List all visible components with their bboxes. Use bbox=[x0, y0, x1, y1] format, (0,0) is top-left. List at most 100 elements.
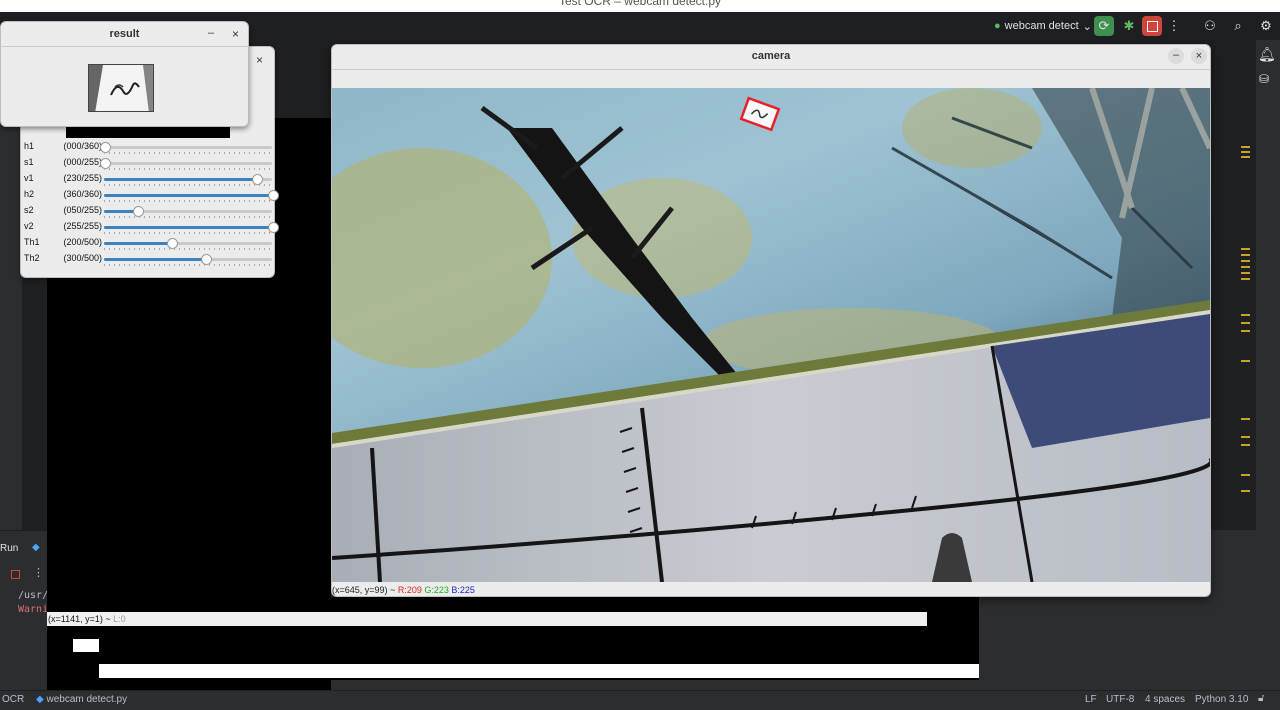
trackbar-value: (000/255) bbox=[63, 157, 102, 167]
trackbar-ticks bbox=[104, 264, 272, 266]
trackbar-fill bbox=[104, 242, 172, 245]
minimize-button[interactable]: – bbox=[208, 27, 214, 39]
stop-icon[interactable] bbox=[11, 570, 20, 579]
trackbar-s2: s2 (050/255) bbox=[24, 205, 274, 219]
stop-icon bbox=[1146, 20, 1158, 32]
database-icon[interactable]: ⛁ bbox=[1259, 72, 1269, 86]
trackbar-ticks bbox=[104, 200, 272, 202]
trackbar-label: v1 bbox=[24, 173, 34, 183]
account-button[interactable]: ⚇ bbox=[1200, 16, 1220, 36]
camera-pixel-info: (x=645, y=99) ~ R:209 G:223 B:225 bbox=[332, 584, 1210, 596]
pixel-coords: (x=645, y=99) ~ bbox=[332, 585, 396, 595]
status-interpreter[interactable]: Python 3.10 bbox=[1195, 694, 1248, 705]
trackbar-fill bbox=[104, 194, 272, 197]
white-bar bbox=[99, 664, 979, 678]
trackbar-slider[interactable] bbox=[104, 238, 272, 249]
trackbar-label: s2 bbox=[24, 205, 34, 215]
right-tool-strip bbox=[1256, 40, 1280, 690]
run-config-selector[interactable]: ● webcam detect ⌄ bbox=[990, 14, 1096, 38]
trackbar-th2: Th2 (300/500) bbox=[24, 253, 274, 267]
trackbar-fill bbox=[104, 210, 137, 213]
status-encoding[interactable]: UTF-8 bbox=[1106, 694, 1134, 705]
trackbar-slider[interactable] bbox=[100, 158, 272, 169]
minimize-button[interactable]: – bbox=[1168, 48, 1184, 64]
trackbar-ticks bbox=[104, 152, 272, 154]
pixel-l-value: L:0 bbox=[113, 614, 126, 624]
camera-window-title: camera bbox=[751, 50, 791, 62]
user-icon: ⚇ bbox=[1204, 18, 1216, 33]
python-icon: ◆ bbox=[36, 694, 44, 705]
pixel-g-value: G:223 bbox=[424, 585, 449, 595]
trackbar-ticks bbox=[104, 216, 272, 218]
pixel-coords: (x=1141, y=1) ~ bbox=[48, 614, 111, 624]
rerun-button[interactable]: ⟳ bbox=[1094, 16, 1114, 36]
close-icon[interactable]: × bbox=[256, 53, 263, 67]
trackbar-label: h1 bbox=[24, 141, 35, 151]
lock-icon[interactable]: 🔓︎ bbox=[1258, 693, 1264, 704]
trackbar-v1: v1 (230/255) bbox=[24, 173, 274, 187]
search-button[interactable]: ⌕ bbox=[1228, 16, 1248, 36]
debug-icon: ✱ bbox=[1123, 18, 1135, 33]
result-divider bbox=[0, 46, 249, 47]
console-line: /usr/ bbox=[18, 590, 49, 601]
debug-button[interactable]: ✱ bbox=[1119, 16, 1139, 36]
trackbar-ticks bbox=[104, 232, 272, 234]
trackbar-value: (000/360) bbox=[63, 141, 102, 151]
window-title: Test OCR – webcam detect.py bbox=[558, 0, 722, 8]
camera-feed-image[interactable] bbox=[332, 88, 1210, 582]
more-icon[interactable]: ⋮ bbox=[33, 566, 44, 579]
trackbar-ticks bbox=[104, 184, 272, 186]
trackbar-label: v2 bbox=[24, 221, 34, 231]
close-button[interactable]: × bbox=[232, 27, 239, 41]
python-icon: ● bbox=[994, 20, 1001, 32]
trackbar-fill bbox=[104, 226, 272, 229]
camera-divider bbox=[331, 69, 1211, 70]
trackbar-value: (300/500) bbox=[63, 253, 102, 263]
trackbar-value: (230/255) bbox=[63, 173, 102, 183]
white-box bbox=[73, 639, 99, 652]
status-project[interactable]: OCR bbox=[2, 694, 24, 705]
trackbar-slider[interactable] bbox=[104, 254, 272, 265]
trackbar-fill bbox=[104, 178, 256, 181]
trackbar-slider[interactable] bbox=[104, 206, 272, 217]
trackbar-th1: Th1 (200/500) bbox=[24, 237, 274, 251]
trackbar-v2: v2 (255/255) bbox=[24, 221, 279, 235]
trackbar-label: Th2 bbox=[24, 253, 40, 263]
python-icon: ◆ bbox=[32, 542, 40, 553]
close-button[interactable]: × bbox=[1191, 48, 1207, 64]
console-warning-line: Warni bbox=[18, 604, 49, 615]
trackbar-label: s1 bbox=[24, 157, 34, 167]
bell-icon[interactable]: 🔔︎ bbox=[1258, 46, 1276, 63]
stop-button[interactable] bbox=[1142, 16, 1162, 36]
opencv-status-strip: (x=1141, y=1) ~ L:0 bbox=[47, 612, 927, 626]
trackbar-ticks bbox=[104, 168, 272, 170]
trackbar-h2: h2 (360/360) bbox=[24, 189, 279, 203]
more-actions-button[interactable]: ⋮ bbox=[1164, 16, 1184, 36]
status-indent[interactable]: 4 spaces bbox=[1145, 694, 1185, 705]
trackbar-slider[interactable] bbox=[104, 222, 279, 233]
chevron-down-icon: ⌄ bbox=[1082, 20, 1092, 33]
status-file-label: webcam detect.py bbox=[46, 694, 128, 705]
trackbar-slider[interactable] bbox=[104, 190, 279, 201]
status-file[interactable]: ◆ webcam detect.py bbox=[36, 694, 127, 705]
settings-icon: ⚙ bbox=[1260, 18, 1272, 33]
trackbar-value: (200/500) bbox=[63, 237, 102, 247]
trackbar-label: Th1 bbox=[24, 237, 40, 247]
pixel-r-value: R:209 bbox=[397, 585, 422, 595]
trackbar-value: (255/255) bbox=[63, 221, 102, 231]
rerun-icon: ⟳ bbox=[1098, 18, 1110, 33]
trackbar-ticks bbox=[104, 248, 272, 250]
trackbar-slider[interactable] bbox=[104, 174, 272, 185]
pixel-b-value: B:225 bbox=[451, 585, 475, 595]
run-tab[interactable]: Run bbox=[0, 543, 18, 554]
trackbar-h1: h1 (000/360) bbox=[24, 141, 274, 155]
trackbar-slider[interactable] bbox=[100, 142, 272, 153]
run-config-label: webcam detect bbox=[1004, 20, 1079, 32]
status-line-separator[interactable]: LF bbox=[1085, 694, 1097, 705]
settings-button[interactable]: ⚙ bbox=[1256, 16, 1276, 36]
trackbar-value: (050/255) bbox=[63, 205, 102, 215]
trackbar-value: (360/360) bbox=[63, 189, 102, 199]
trackbar-fill bbox=[104, 258, 205, 261]
trackbar-s1: s1 (000/255) bbox=[24, 157, 274, 171]
search-icon: ⌕ bbox=[1234, 18, 1242, 33]
